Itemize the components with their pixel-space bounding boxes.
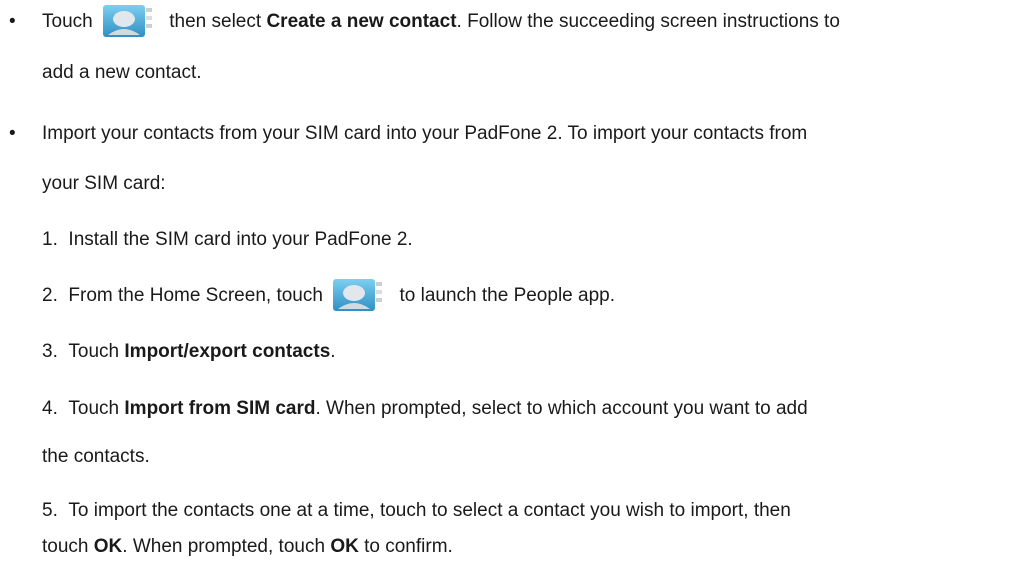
bullet-1-pre: Touch [42,11,93,32]
step-4-line-1: 4. Touch Import from SIM card. When prom… [42,398,808,419]
step-3-pre: Touch [68,341,120,362]
step-5-line-2: touch OK. When prompted, touch OK to con… [42,536,453,557]
bullet-dot: • [9,123,16,144]
ok-label: OK [330,536,359,557]
bullet-1-rest: . Follow the succeeding screen instructi… [456,11,840,32]
step-1-text: Install the SIM card into your PadFone 2… [68,229,413,250]
step-5-line-1: 5. To import the contacts one at a time,… [42,500,791,521]
step-3: 3. Touch Import/export contacts. [42,341,336,362]
step-number: 5. [42,500,58,521]
step-number: 3. [42,341,58,362]
step-5-mid: . When prompted, touch [122,536,326,557]
import-export-contacts-label: Import/export contacts [124,341,331,362]
step-4-post: . When prompted, select to which account… [315,398,808,419]
people-app-icon [102,4,158,38]
step-1: 1. Install the SIM card into your PadFon… [42,229,413,250]
step-2-pre: From the Home Screen, touch [68,285,323,306]
step-number: 2. [42,285,58,306]
ok-label: OK [93,536,123,557]
bullet-1-line-2: add a new contact. [42,62,202,83]
step-5-pre: touch [42,536,89,557]
bullet-2-line-1-text: Import your contacts from your SIM card … [42,123,808,144]
step-2: 2. From the Home Screen, touch to launch… [42,278,615,311]
bullet-1-line-2-text: add a new contact. [42,62,202,83]
bullet-2-line-2-text: your SIM card: [42,173,166,194]
create-new-contact-label: Create a new contact [266,11,457,32]
step-4-line-2: the contacts. [42,446,150,467]
step-4-line-2-text: the contacts. [42,446,150,467]
people-app-icon [332,278,388,312]
step-number: 4. [42,398,58,419]
import-from-sim-label: Import from SIM card [124,398,316,419]
bullet-2-line-2: your SIM card: [42,173,166,194]
step-3-post: . [330,341,336,362]
step-5-line-1-text: To import the contacts one at a time, to… [68,500,791,521]
bullet-dot: • [9,11,16,32]
bullet-1-mid: then select [169,11,262,32]
step-4-pre: Touch [68,398,120,419]
step-5-post: to confirm. [364,536,453,557]
step-2-post: to launch the People app. [399,285,615,306]
step-number: 1. [42,229,58,250]
